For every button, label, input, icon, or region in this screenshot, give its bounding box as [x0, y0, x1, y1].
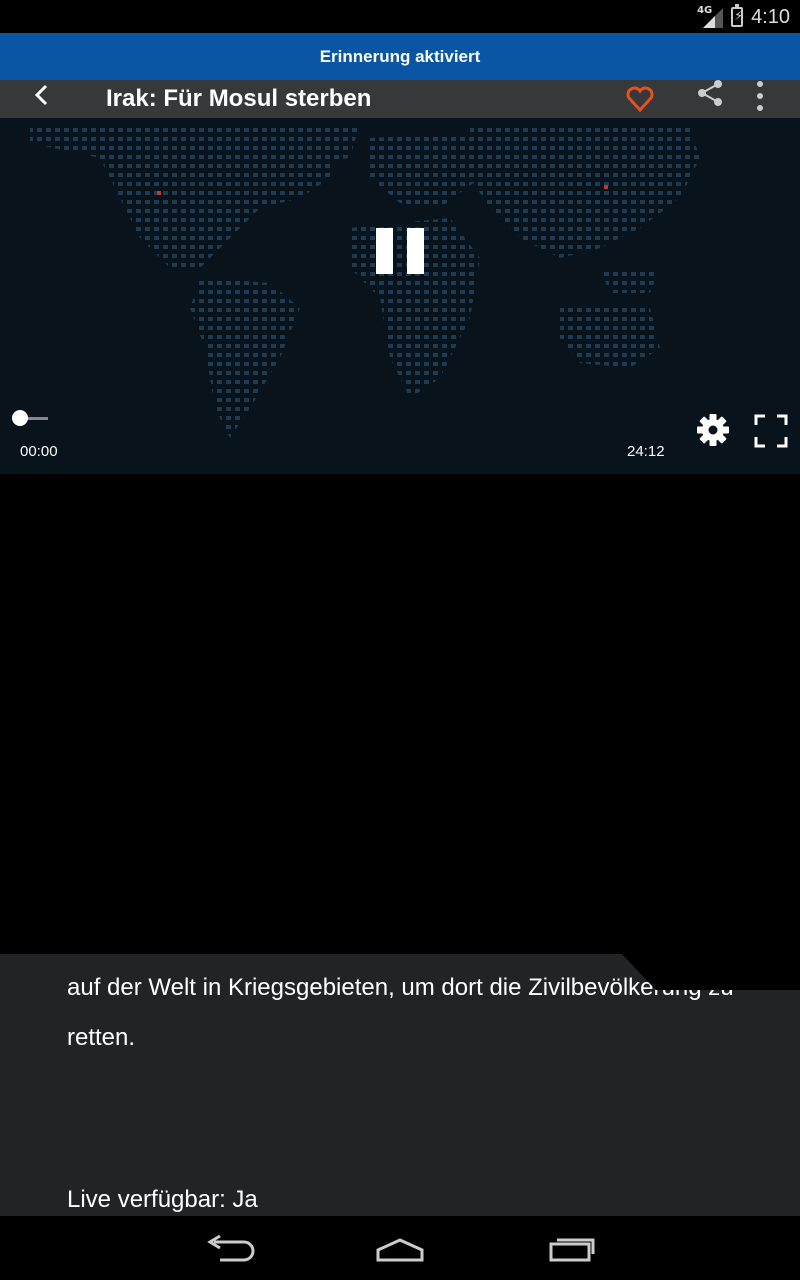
heart-icon[interactable] — [626, 85, 654, 113]
nav-back-icon[interactable] — [200, 1228, 260, 1268]
network-type-label: 4G — [697, 5, 713, 16]
toast-message: Erinnerung aktiviert — [319, 46, 481, 66]
status-icons: 4G ⚡ 4:10 — [697, 4, 790, 30]
seek-thumb[interactable] — [12, 410, 28, 426]
nav-recents-icon[interactable] — [541, 1228, 601, 1268]
video-player[interactable]: 00:00 24:12 — [0, 118, 800, 474]
status-bar: 4G ⚡ 4:10 — [0, 0, 800, 33]
battery-charging-icon: ⚡ — [731, 4, 743, 27]
back-arrow-icon[interactable] — [30, 83, 54, 107]
current-time: 00:00 — [20, 443, 58, 460]
nav-home-icon[interactable] — [370, 1228, 430, 1268]
description-text-line: auf der Welt in Kriegsgebieten, um dort … — [67, 974, 734, 1001]
seek-track — [26, 417, 48, 420]
description-panel: auf der Welt in Kriegsgebieten, um dort … — [0, 954, 800, 1216]
reminder-toast: Erinnerung aktiviert — [0, 33, 800, 80]
duration: 24:12 — [627, 443, 665, 460]
signal-icon: 4G — [697, 5, 724, 28]
description-text-line: retten. — [67, 1024, 136, 1051]
pause-icon[interactable] — [376, 228, 424, 274]
fullscreen-icon[interactable] — [754, 414, 788, 448]
player-letterbox-area — [0, 474, 800, 954]
share-icon[interactable] — [696, 79, 724, 107]
system-nav-bar — [0, 1216, 800, 1280]
world-map-background — [30, 123, 700, 438]
live-available-label: Live verfügbar: Ja — [67, 1186, 258, 1213]
status-clock: 4:10 — [751, 5, 790, 28]
overflow-menu-icon[interactable] — [752, 79, 768, 113]
settings-gear-icon[interactable] — [696, 413, 730, 447]
seek-bar[interactable] — [12, 410, 48, 426]
page-title: Irak: Für Mosul sterben — [106, 85, 372, 112]
